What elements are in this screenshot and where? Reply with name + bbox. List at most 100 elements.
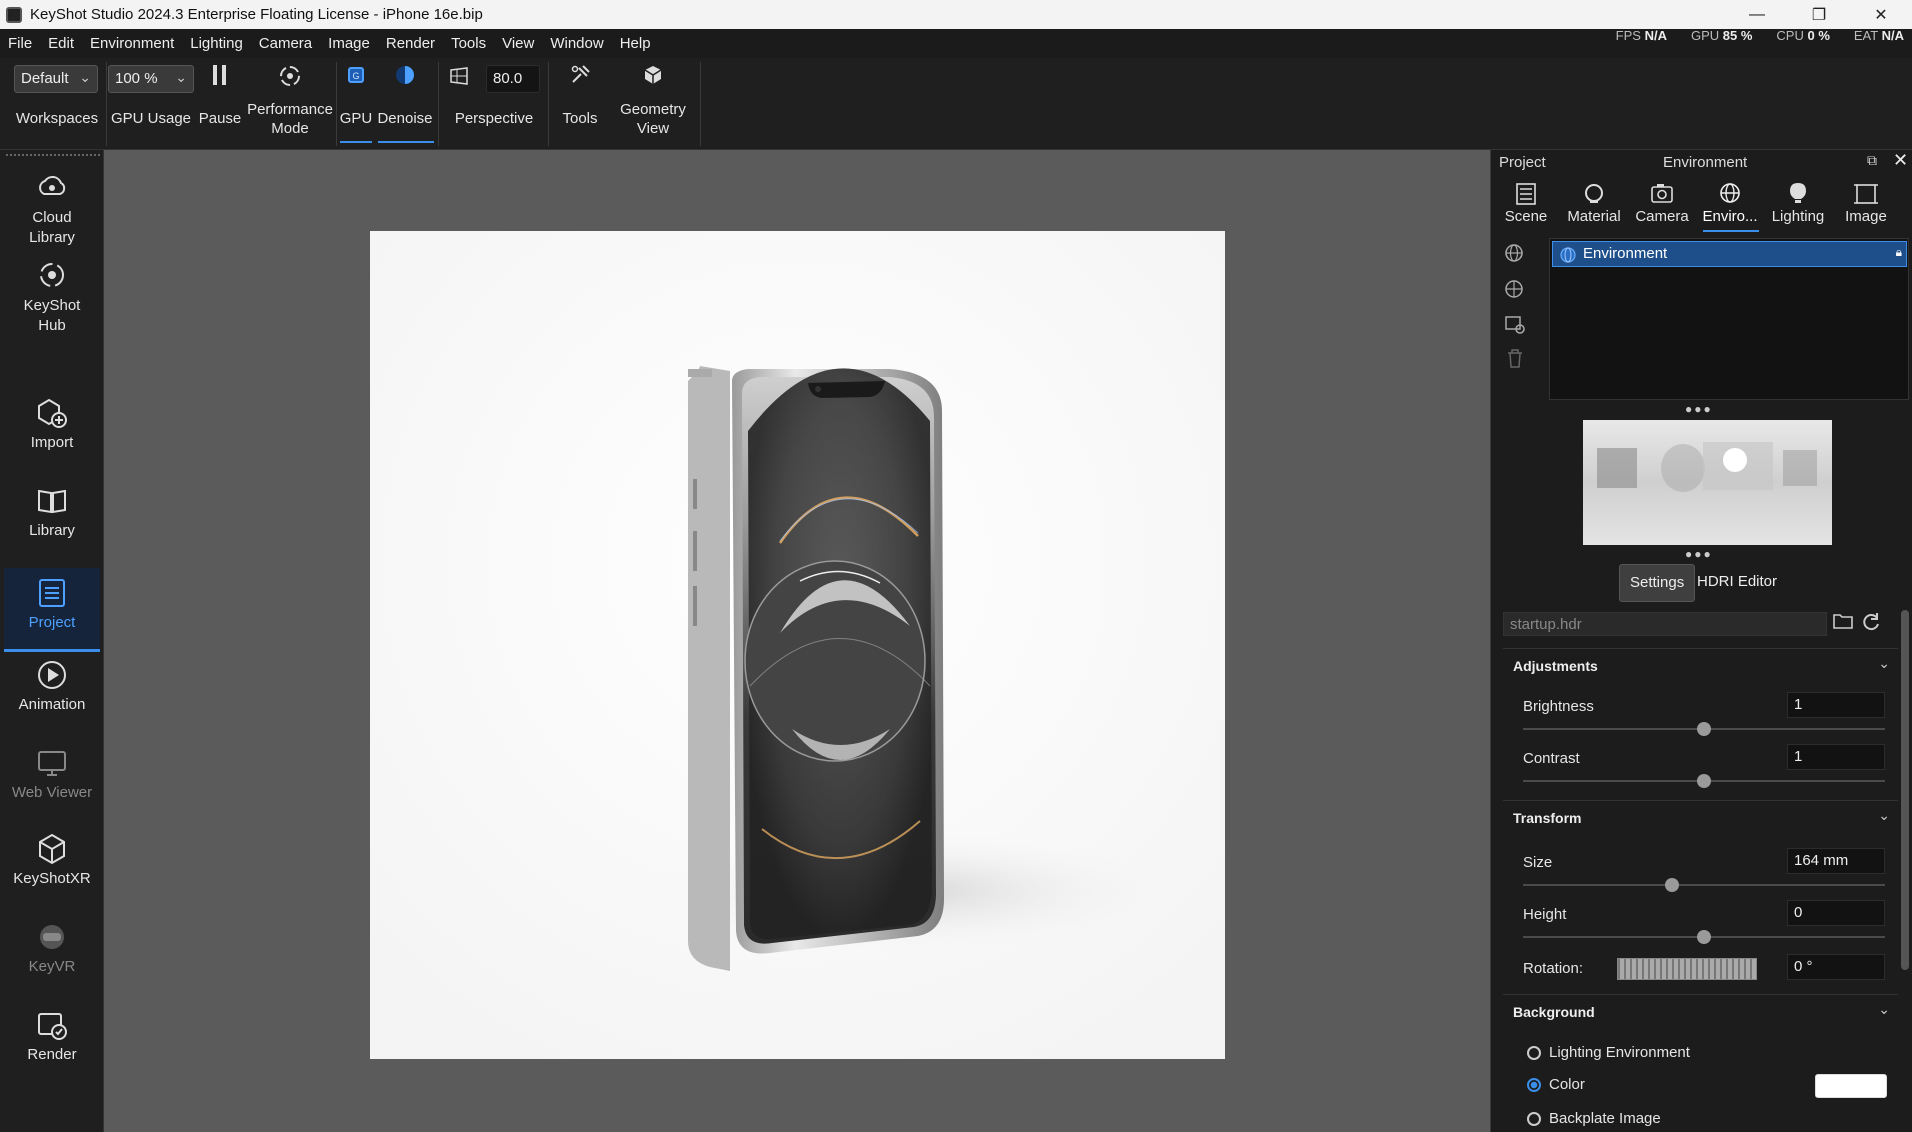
performance-mode-button[interactable]: Performance Mode [246, 64, 334, 138]
height-slider-handle[interactable] [1697, 930, 1711, 944]
render-view[interactable] [370, 231, 1225, 1059]
contrast-slider-handle[interactable] [1697, 774, 1711, 788]
tab-environment[interactable]: Enviro... [1697, 180, 1763, 225]
tools-button[interactable]: Tools [552, 64, 608, 127]
hdri-preview[interactable] [1583, 420, 1832, 545]
size-field[interactable]: 164 mm [1787, 848, 1885, 874]
dock-keyshot-hub[interactable]: KeyShot Hub [4, 258, 100, 340]
resize-grip-icon[interactable]: ●●● [1685, 402, 1713, 416]
real-time-viewport[interactable] [104, 150, 1490, 1132]
brightness-slider-handle[interactable] [1697, 722, 1711, 736]
dock-web-viewer[interactable]: Web Viewer [4, 746, 100, 816]
close-window-button[interactable]: ✕ [1850, 0, 1912, 29]
menu-environment[interactable]: Environment [82, 35, 182, 52]
menu-render[interactable]: Render [378, 35, 443, 52]
brightness-field[interactable]: 1 [1787, 692, 1885, 718]
dock-grip[interactable] [6, 154, 100, 156]
environment-list-item[interactable]: Environment 🔒︎ [1552, 241, 1907, 267]
contrast-slider[interactable] [1523, 774, 1885, 788]
dock-library[interactable]: Library [4, 484, 100, 554]
menu-edit[interactable]: Edit [40, 35, 82, 52]
dock-import[interactable]: Import [4, 396, 100, 466]
perspective-icon-button[interactable] [444, 64, 474, 94]
reload-icon[interactable] [1861, 612, 1881, 637]
menu-tools[interactable]: Tools [443, 35, 494, 52]
tab-lighting[interactable]: Lighting [1765, 180, 1831, 225]
menu-camera[interactable]: Camera [251, 35, 320, 52]
dock-render-label: Render [27, 1046, 77, 1063]
background-section-header[interactable]: Background ⌄ [1503, 994, 1898, 1028]
hdri-editor-tab[interactable]: HDRI Editor [1687, 564, 1787, 602]
tab-lighting-label: Lighting [1771, 208, 1825, 225]
gpu-toggle[interactable]: G GPU [338, 64, 374, 127]
restore-button[interactable]: ❐ [1788, 0, 1850, 29]
adjustments-section-header[interactable]: Adjustments ⌄ [1503, 648, 1898, 682]
transform-section-header[interactable]: Transform ⌄ [1503, 800, 1898, 834]
color-radio[interactable] [1527, 1078, 1541, 1092]
menu-window[interactable]: Window [542, 35, 611, 52]
workspace-select[interactable]: Default ⌄ [14, 65, 98, 93]
rotation-wheel[interactable] [1617, 958, 1757, 980]
gpu-readout: GPU 85 % [1690, 29, 1753, 41]
rotation-field[interactable]: 0 ° [1787, 954, 1885, 980]
menu-view[interactable]: View [494, 35, 542, 52]
pause-button[interactable]: Pause [196, 64, 244, 127]
brightness-slider[interactable] [1523, 722, 1885, 736]
tab-material-label: Material [1567, 208, 1621, 225]
tab-scene[interactable]: Scene [1493, 180, 1559, 225]
brightness-value: 1 [1794, 696, 1803, 713]
environment-settings-icon[interactable] [1503, 312, 1527, 336]
lighting-environment-radio[interactable] [1527, 1046, 1541, 1060]
perspective-value-field[interactable]: 80.0 [486, 65, 540, 93]
menu-help[interactable]: Help [612, 35, 659, 52]
hdri-file-field[interactable]: startup.hdr [1503, 612, 1827, 636]
minimize-button[interactable]: — [1726, 0, 1788, 29]
dock-project[interactable]: Project [4, 568, 100, 652]
tab-environment-label: Enviro... [1702, 208, 1758, 225]
environment-tab-indicator [1703, 230, 1759, 232]
contrast-field[interactable]: 1 [1787, 744, 1885, 770]
dock-render[interactable]: Render [4, 1008, 100, 1078]
dock-keyvr[interactable]: KeyVR [4, 920, 100, 990]
background-title: Background [1513, 1004, 1595, 1020]
menu-image[interactable]: Image [320, 35, 378, 52]
gpu-usage-select[interactable]: 100 % ⌄ [108, 65, 194, 93]
height-slider[interactable] [1523, 930, 1885, 944]
settings-tab[interactable]: Settings [1619, 564, 1696, 602]
workspaces-label: Workspaces [15, 110, 99, 127]
size-slider-handle[interactable] [1665, 878, 1679, 892]
background-color-swatch[interactable] [1815, 1074, 1887, 1098]
lighting-environment-label: Lighting Environment [1549, 1044, 1690, 1061]
dock-animation[interactable]: Animation [4, 658, 100, 728]
add-environment-icon[interactable] [1503, 242, 1527, 266]
close-panel-icon[interactable]: ✕ [1893, 150, 1908, 171]
geometry-view-button[interactable]: Geometry View [612, 64, 694, 138]
dock-keyshotxr[interactable]: KeyShotXR [4, 832, 100, 902]
resize-grip-icon[interactable]: ●●● [1685, 547, 1713, 561]
panel-project-label: Project [1499, 154, 1546, 171]
panel-scrollbar[interactable] [1901, 610, 1909, 970]
menu-file[interactable]: File [0, 35, 40, 52]
left-dock: Cloud Library KeyShot Hub Import Library… [0, 150, 104, 1132]
backplate-image-radio[interactable] [1527, 1112, 1541, 1126]
tab-image[interactable]: Image [1833, 180, 1899, 225]
menu-lighting[interactable]: Lighting [182, 35, 251, 52]
duplicate-environment-icon[interactable] [1503, 278, 1527, 302]
dock-keyshotxr-label: KeyShotXR [13, 870, 91, 887]
dock-cloud-library[interactable]: Cloud Library [4, 170, 100, 252]
lock-icon[interactable]: 🔒︎ [1896, 245, 1902, 260]
tab-camera[interactable]: Camera [1629, 180, 1695, 225]
contrast-label: Contrast [1523, 750, 1580, 767]
ribbon-divider [548, 62, 549, 146]
folder-icon[interactable] [1833, 612, 1853, 635]
trash-icon[interactable] [1503, 346, 1527, 370]
denoise-icon [376, 64, 434, 94]
workspace-value: Default [21, 70, 69, 87]
ribbon-divider [106, 62, 107, 146]
performance-status: FPS N/A GPU 85 % CPU 0 % EAT N/A [1616, 29, 1904, 41]
denoise-toggle[interactable]: Denoise [376, 64, 434, 127]
height-field[interactable]: 0 [1787, 900, 1885, 926]
size-slider[interactable] [1523, 878, 1885, 892]
tab-material[interactable]: Material [1561, 180, 1627, 225]
undock-icon[interactable]: ⧉ [1867, 152, 1877, 169]
